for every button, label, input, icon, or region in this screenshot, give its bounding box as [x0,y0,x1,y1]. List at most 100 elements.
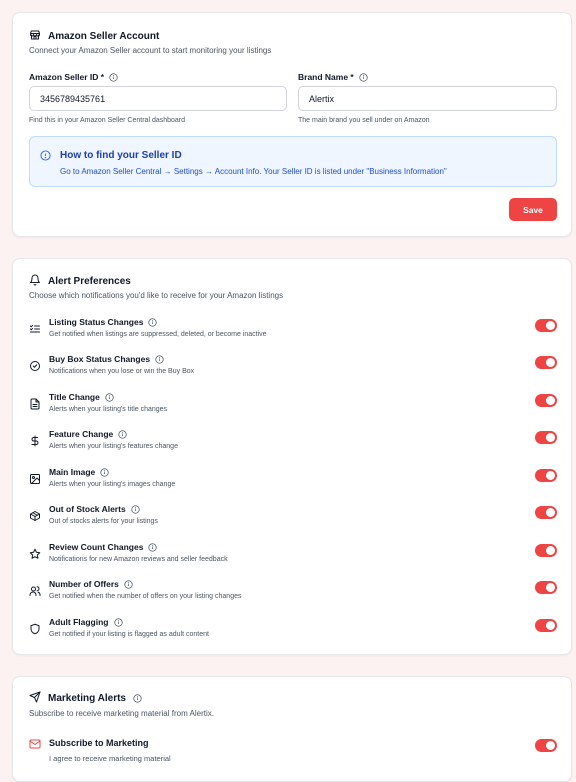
alert-preferences-subtitle: Choose which notifications you'd like to… [29,291,284,300]
seller-id-help: Find this in your Amazon Seller Central … [29,117,186,124]
brand-name-input[interactable] [298,86,557,111]
seller-account-subtitle: Connect your Amazon Seller account to st… [29,46,272,55]
pref-row-review-count: Review Count Changes Notifications for n… [29,542,557,572]
marketing-alerts-subtitle: Subscribe to receive marketing material … [29,709,214,718]
brand-name-label-text: Brand Name * [298,72,354,82]
document-icon [29,398,41,410]
package-icon [29,510,41,522]
pref-title: Number of Offers [49,579,133,589]
pref-desc: Get notified if your listing is flagged … [49,631,209,638]
pref-desc: Get notified when listings are suppresse… [49,331,267,338]
info-icon[interactable] [148,317,158,327]
pref-title-text: Main Image [49,467,96,477]
seller-id-info-box: How to find your Seller ID Go to Amazon … [29,136,557,187]
pref-title: Review Count Changes [49,542,158,552]
pref-title: Buy Box Status Changes [49,354,164,364]
info-icon[interactable] [100,467,109,477]
info-icon[interactable] [133,694,142,703]
info-icon[interactable] [148,542,158,552]
review-count-toggle[interactable] [535,544,557,557]
send-icon [29,691,41,706]
main-image-toggle[interactable] [535,469,557,482]
title-change-toggle[interactable] [535,394,557,407]
pref-title-text: Listing Status Changes [49,317,144,327]
pref-desc: Alerts when your listing's images change [49,481,176,488]
info-box-text: Go to Amazon Seller Central → Settings →… [60,167,447,176]
pref-title-text: Title Change [49,392,100,402]
toggle-knob [546,546,555,555]
pref-row-main-image: Main Image Alerts when your listing's im… [29,467,557,497]
pref-title-text: Review Count Changes [49,542,144,552]
pref-title-text: Number of Offers [49,579,119,589]
pref-row-number-of-offers: Number of Offers Get notified when the n… [29,579,557,609]
brand-name-help: The main brand you sell under on Amazon [298,117,430,124]
out-of-stock-toggle[interactable] [535,506,557,519]
pref-row-feature-change: Feature Change Alerts when your listing'… [29,429,557,459]
mail-icon [29,738,41,750]
pref-row-subscribe-marketing: Subscribe to Marketing I agree to receiv… [29,737,557,767]
pref-row-buy-box: Buy Box Status Changes Notifications whe… [29,354,557,384]
star-icon [29,548,41,560]
alert-preferences-title-text: Alert Preferences [48,276,131,287]
check-circle-icon [29,360,41,372]
seller-id-label: Amazon Seller ID * [29,72,118,82]
toggle-knob [546,433,555,442]
bell-icon [29,274,41,289]
info-box-title: How to find your Seller ID [60,150,182,161]
pref-title-text: Buy Box Status Changes [49,354,151,364]
marketing-alerts-title-text: Marketing Alerts [48,693,126,704]
info-icon[interactable] [109,72,118,82]
number-of-offers-toggle[interactable] [535,581,557,594]
pref-desc: Get notified when the number of offers o… [49,593,242,600]
pref-row-listing-status: Listing Status Changes Get notified when… [29,317,557,347]
users-icon [29,585,41,597]
info-icon[interactable] [105,392,114,402]
feature-change-toggle[interactable] [535,431,557,444]
seller-account-card: Amazon Seller Account Connect your Amazo… [12,12,572,237]
pref-desc: Notifications for new Amazon reviews and… [49,556,228,563]
shield-icon [29,623,41,635]
info-icon[interactable] [118,429,127,439]
toggle-knob [546,508,555,517]
image-icon [29,473,41,485]
toggle-knob [546,321,555,330]
pref-title: Feature Change [49,429,127,439]
save-button[interactable]: Save [509,198,557,221]
toggle-knob [546,583,555,592]
marketing-alerts-title: Marketing Alerts [29,691,142,706]
seller-account-title-text: Amazon Seller Account [48,31,160,42]
info-icon[interactable] [113,617,123,627]
pref-title: Title Change [49,392,114,402]
pref-desc: Alerts when your listing's features chan… [49,443,178,450]
pref-title: Listing Status Changes [49,317,158,327]
pref-title: Out of Stock Alerts [49,504,140,514]
subscribe-marketing-toggle[interactable] [535,739,557,752]
toggle-knob [546,621,555,630]
pref-title: Main Image [49,467,109,477]
toggle-knob [546,358,555,367]
adult-flagging-toggle[interactable] [535,619,557,632]
alert-preferences-card: Alert Preferences Choose which notificat… [12,258,572,655]
toggle-knob [546,396,555,405]
brand-name-label: Brand Name * [298,72,368,82]
info-circle-icon [40,150,51,161]
dollar-icon [29,435,41,447]
subscribe-marketing-desc: I agree to receive marketing material [49,754,171,763]
info-icon[interactable] [131,504,140,514]
pref-row-title-change: Title Change Alerts when your listing's … [29,392,557,422]
marketing-alerts-card: Marketing Alerts Subscribe to receive ma… [12,676,572,782]
buy-box-toggle[interactable] [535,356,557,369]
seller-id-input[interactable] [29,86,287,111]
pref-title-text: Feature Change [49,429,114,439]
listing-status-toggle[interactable] [535,319,557,332]
list-check-icon [29,323,41,335]
alert-preferences-title: Alert Preferences [29,274,131,289]
info-icon[interactable] [124,579,133,589]
info-icon[interactable] [155,354,164,364]
seller-account-title: Amazon Seller Account [29,29,159,44]
pref-row-out-of-stock: Out of Stock Alerts Out of stocks alerts… [29,504,557,534]
pref-desc: Alerts when your listing's title changes [49,406,168,413]
pref-title-text: Adult Flagging [49,617,109,627]
subscribe-marketing-title: Subscribe to Marketing [49,738,149,748]
info-icon[interactable] [359,72,368,82]
